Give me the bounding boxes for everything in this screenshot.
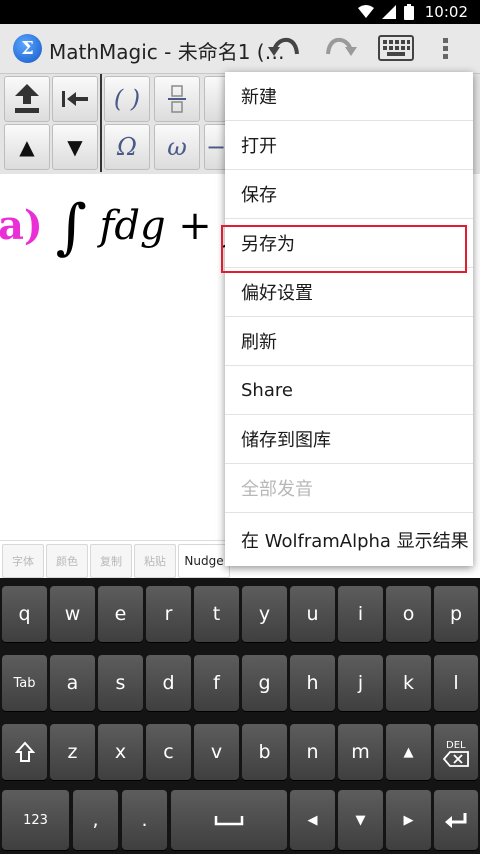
key-cursor-down[interactable]: ▼ bbox=[338, 790, 383, 850]
shift-icon bbox=[14, 741, 35, 762]
arrow-left-bar-icon bbox=[62, 91, 88, 107]
key-numbers[interactable]: 123 bbox=[2, 790, 69, 850]
app-logo-icon[interactable]: Σ bbox=[13, 34, 42, 63]
arrow-up-bar-icon bbox=[15, 84, 39, 113]
font-button[interactable]: 字体 bbox=[2, 544, 44, 578]
key-l[interactable]: l bbox=[434, 655, 478, 711]
key-cursor-right[interactable]: ▶ bbox=[386, 790, 431, 850]
integral-symbol: ∫ bbox=[55, 192, 87, 262]
menu-item-save[interactable]: 保存 bbox=[225, 170, 473, 219]
key-delete[interactable]: DEL bbox=[434, 724, 478, 780]
key-space[interactable] bbox=[171, 790, 287, 850]
key-t[interactable]: t bbox=[194, 586, 239, 642]
key-m[interactable]: m bbox=[338, 724, 383, 780]
overflow-menu-icon[interactable] bbox=[441, 37, 449, 61]
edit-bar: 字体 颜色 复制 粘贴 Nudge bbox=[0, 540, 232, 578]
key-v[interactable]: v bbox=[194, 724, 239, 780]
toolbar-label: ▼ bbox=[67, 135, 83, 159]
toolbar-label: ▲ bbox=[19, 135, 35, 159]
key-period[interactable]: . bbox=[122, 790, 167, 850]
key-x[interactable]: x bbox=[98, 724, 143, 780]
key-h[interactable]: h bbox=[290, 655, 335, 711]
key-k[interactable]: k bbox=[386, 655, 431, 711]
toolbar-btn-left[interactable] bbox=[52, 76, 98, 122]
app-bar: Σ MathMagic - 未命名1 (… bbox=[0, 24, 480, 74]
key-b[interactable]: b bbox=[242, 724, 287, 780]
key-i[interactable]: i bbox=[338, 586, 383, 642]
save-as-highlight-box bbox=[221, 225, 467, 273]
space-icon bbox=[214, 816, 244, 826]
key-z[interactable]: z bbox=[50, 724, 95, 780]
nudge-button[interactable]: Nudge bbox=[178, 544, 230, 578]
paste-button[interactable]: 粘贴 bbox=[134, 544, 176, 578]
overflow-menu: 新建 打开 保存 另存为 偏好设置 刷新 Share 储存到图库 全部发音 在 … bbox=[225, 72, 473, 566]
key-n[interactable]: n bbox=[290, 724, 335, 780]
redo-icon[interactable] bbox=[325, 36, 357, 60]
key-cursor-up[interactable]: ▲ bbox=[386, 724, 431, 780]
key-enter[interactable] bbox=[434, 790, 478, 850]
menu-item-save-to-gallery[interactable]: 储存到图库 bbox=[225, 415, 473, 464]
key-j[interactable]: j bbox=[338, 655, 383, 711]
keyboard-icon[interactable] bbox=[378, 35, 414, 61]
toolbar-label: ( ) bbox=[113, 85, 141, 113]
key-y[interactable]: y bbox=[242, 586, 287, 642]
status-bar: 10:02 bbox=[0, 0, 480, 24]
color-button[interactable]: 颜色 bbox=[46, 544, 88, 578]
undo-icon[interactable] bbox=[268, 36, 300, 60]
key-o[interactable]: o bbox=[386, 586, 431, 642]
key-c[interactable]: c bbox=[146, 724, 191, 780]
key-e[interactable]: e bbox=[98, 586, 143, 642]
toolbar-btn-omega-lower[interactable]: ω bbox=[154, 124, 200, 170]
key-a[interactable]: a bbox=[50, 655, 95, 711]
key-u[interactable]: u bbox=[290, 586, 335, 642]
key-p[interactable]: p bbox=[434, 586, 478, 642]
equation-label: a) bbox=[0, 202, 43, 249]
key-s[interactable]: s bbox=[98, 655, 143, 711]
toolbar-btn-parentheses[interactable]: ( ) bbox=[104, 76, 150, 122]
equation-expression: fdg + f bbox=[99, 203, 240, 249]
key-w[interactable]: w bbox=[50, 586, 95, 642]
copy-button[interactable]: 复制 bbox=[90, 544, 132, 578]
svg-text:DEL: DEL bbox=[446, 740, 466, 751]
toolbar-btn-omega-upper[interactable]: Ω bbox=[104, 124, 150, 170]
toolbar-divider bbox=[100, 74, 102, 172]
key-tab[interactable]: Tab bbox=[2, 655, 47, 711]
app-title[interactable]: MathMagic - 未命名1 (… bbox=[49, 36, 285, 65]
signal-icon bbox=[382, 5, 396, 19]
key-cursor-left[interactable]: ◀ bbox=[290, 790, 335, 850]
key-shift[interactable] bbox=[2, 724, 47, 780]
menu-item-refresh[interactable]: 刷新 bbox=[225, 317, 473, 366]
soft-keyboard: q w e r t y u i o p Tab a s d f g h j k … bbox=[0, 578, 480, 854]
key-r[interactable]: r bbox=[146, 586, 191, 642]
toolbar-btn-up[interactable]: ▲ bbox=[4, 124, 50, 170]
toolbar-btn-superscript[interactable] bbox=[4, 76, 50, 122]
toolbar-label: − bbox=[205, 133, 227, 161]
wifi-icon bbox=[358, 5, 374, 18]
toolbar-btn-down[interactable]: ▼ bbox=[52, 124, 98, 170]
key-g[interactable]: g bbox=[242, 655, 287, 711]
status-icons bbox=[358, 4, 414, 20]
key-q[interactable]: q bbox=[2, 586, 47, 642]
key-d[interactable]: d bbox=[146, 655, 191, 711]
menu-item-preferences[interactable]: 偏好设置 bbox=[225, 268, 473, 317]
toolbar-btn-fraction[interactable] bbox=[154, 76, 200, 122]
menu-item-wolframalpha[interactable]: 在 WolframAlpha 显示结果 bbox=[225, 513, 473, 566]
key-comma[interactable]: , bbox=[73, 790, 118, 850]
toolbar-label: Ω bbox=[117, 133, 137, 161]
battery-icon bbox=[404, 4, 414, 20]
fraction-icon bbox=[168, 85, 186, 113]
menu-item-speak-all: 全部发音 bbox=[225, 464, 473, 513]
backspace-icon: DEL bbox=[442, 740, 469, 767]
enter-icon bbox=[445, 813, 467, 828]
menu-item-share[interactable]: Share bbox=[225, 366, 473, 415]
key-f[interactable]: f bbox=[194, 655, 239, 711]
menu-item-open[interactable]: 打开 bbox=[225, 121, 473, 170]
menu-item-new[interactable]: 新建 bbox=[225, 72, 473, 121]
status-time: 10:02 bbox=[424, 3, 468, 21]
toolbar-label: ω bbox=[167, 133, 187, 161]
